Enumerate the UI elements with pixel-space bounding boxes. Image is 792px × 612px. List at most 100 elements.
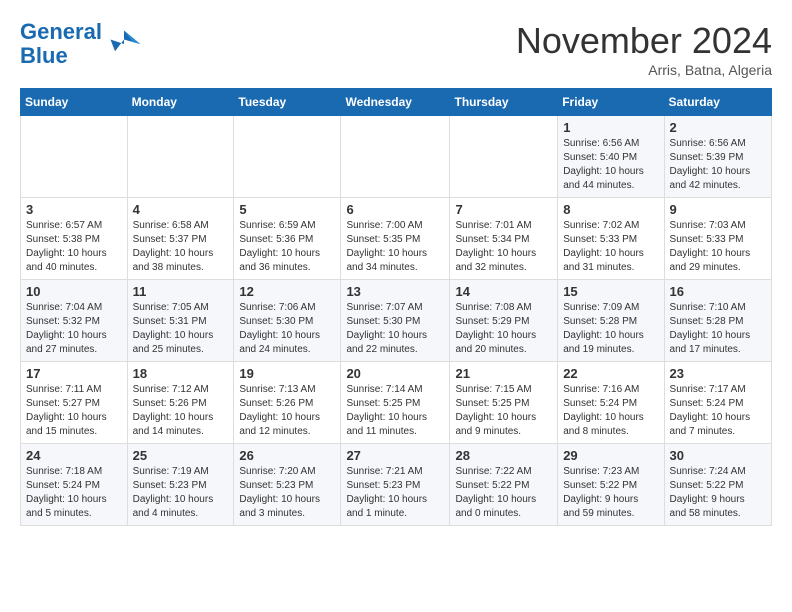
month-title: November 2024 [516,20,772,62]
day-info: Sunrise: 7:06 AM Sunset: 5:30 PM Dayligh… [239,301,335,357]
calendar-day-cell: 26 Sunrise: 7:20 AM Sunset: 5:23 PM Dayli… [234,444,341,526]
calendar-day-cell [450,116,558,198]
calendar-day-cell: 18 Sunrise: 7:12 AM Sunset: 5:26 PM Dayli… [127,362,234,444]
day-info: Sunrise: 7:19 AM Sunset: 5:23 PM Dayligh… [133,465,229,521]
day-number: 22 [563,366,658,381]
day-number: 10 [26,284,122,299]
day-number: 21 [455,366,552,381]
day-number: 8 [563,202,658,217]
calendar-day-cell: 7 Sunrise: 7:01 AM Sunset: 5:34 PM Daylig… [450,198,558,280]
calendar-day-cell: 11 Sunrise: 7:05 AM Sunset: 5:31 PM Dayli… [127,280,234,362]
day-number: 17 [26,366,122,381]
calendar-day-cell: 10 Sunrise: 7:04 AM Sunset: 5:32 PM Dayli… [21,280,128,362]
day-number: 14 [455,284,552,299]
day-info: Sunrise: 7:08 AM Sunset: 5:29 PM Dayligh… [455,301,552,357]
day-info: Sunrise: 7:14 AM Sunset: 5:25 PM Dayligh… [346,383,444,439]
day-number: 7 [455,202,552,217]
calendar-day-cell [341,116,450,198]
logo: GeneralBlue [20,20,142,68]
day-number: 23 [670,366,766,381]
col-header-friday: Friday [558,89,664,116]
day-number: 30 [670,448,766,463]
day-info: Sunrise: 7:05 AM Sunset: 5:31 PM Dayligh… [133,301,229,357]
logo-text: GeneralBlue [20,20,102,68]
calendar-day-cell: 29 Sunrise: 7:23 AM Sunset: 5:22 PM Dayli… [558,444,664,526]
day-info: Sunrise: 7:04 AM Sunset: 5:32 PM Dayligh… [26,301,122,357]
calendar-day-cell: 14 Sunrise: 7:08 AM Sunset: 5:29 PM Dayli… [450,280,558,362]
calendar-week-row: 3 Sunrise: 6:57 AM Sunset: 5:38 PM Daylig… [21,198,772,280]
day-info: Sunrise: 7:15 AM Sunset: 5:25 PM Dayligh… [455,383,552,439]
day-info: Sunrise: 6:56 AM Sunset: 5:40 PM Dayligh… [563,137,658,193]
day-info: Sunrise: 6:56 AM Sunset: 5:39 PM Dayligh… [670,137,766,193]
col-header-tuesday: Tuesday [234,89,341,116]
day-info: Sunrise: 7:09 AM Sunset: 5:28 PM Dayligh… [563,301,658,357]
day-info: Sunrise: 7:01 AM Sunset: 5:34 PM Dayligh… [455,219,552,275]
calendar-week-row: 24 Sunrise: 7:18 AM Sunset: 5:24 PM Dayli… [21,444,772,526]
day-number: 1 [563,120,658,135]
calendar-day-cell [21,116,128,198]
col-header-wednesday: Wednesday [341,89,450,116]
day-number: 29 [563,448,658,463]
day-number: 25 [133,448,229,463]
calendar-week-row: 10 Sunrise: 7:04 AM Sunset: 5:32 PM Dayli… [21,280,772,362]
calendar-table: SundayMondayTuesdayWednesdayThursdayFrid… [20,88,772,526]
calendar-day-cell [127,116,234,198]
day-info: Sunrise: 7:16 AM Sunset: 5:24 PM Dayligh… [563,383,658,439]
day-info: Sunrise: 7:11 AM Sunset: 5:27 PM Dayligh… [26,383,122,439]
calendar-day-cell: 21 Sunrise: 7:15 AM Sunset: 5:25 PM Dayli… [450,362,558,444]
calendar-day-cell: 1 Sunrise: 6:56 AM Sunset: 5:40 PM Daylig… [558,116,664,198]
day-info: Sunrise: 7:18 AM Sunset: 5:24 PM Dayligh… [26,465,122,521]
logo-bird-icon [106,26,142,62]
calendar-day-cell: 28Sunrise: 7:22 AM Sunset: 5:22 PM Dayli… [450,444,558,526]
day-info: Sunrise: 7:24 AM Sunset: 5:22 PM Dayligh… [670,465,766,521]
title-block: November 2024 Arris, Batna, Algeria [516,20,772,78]
calendar-day-cell: 20Sunrise: 7:14 AM Sunset: 5:25 PM Dayli… [341,362,450,444]
calendar-header-row: SundayMondayTuesdayWednesdayThursdayFrid… [21,89,772,116]
day-info: Sunrise: 7:02 AM Sunset: 5:33 PM Dayligh… [563,219,658,275]
calendar-day-cell: 12Sunrise: 7:06 AM Sunset: 5:30 PM Dayli… [234,280,341,362]
day-info: Sunrise: 7:03 AM Sunset: 5:33 PM Dayligh… [670,219,766,275]
day-info: Sunrise: 6:59 AM Sunset: 5:36 PM Dayligh… [239,219,335,275]
calendar-week-row: 1 Sunrise: 6:56 AM Sunset: 5:40 PM Daylig… [21,116,772,198]
day-info: Sunrise: 7:07 AM Sunset: 5:30 PM Dayligh… [346,301,444,357]
calendar-day-cell: 8 Sunrise: 7:02 AM Sunset: 5:33 PM Daylig… [558,198,664,280]
calendar-day-cell: 2Sunrise: 6:56 AM Sunset: 5:39 PM Daylig… [664,116,771,198]
calendar-week-row: 17 Sunrise: 7:11 AM Sunset: 5:27 PM Dayli… [21,362,772,444]
day-info: Sunrise: 7:17 AM Sunset: 5:24 PM Dayligh… [670,383,766,439]
calendar-day-cell: 15 Sunrise: 7:09 AM Sunset: 5:28 PM Dayli… [558,280,664,362]
day-number: 26 [239,448,335,463]
calendar-day-cell: 19Sunrise: 7:13 AM Sunset: 5:26 PM Dayli… [234,362,341,444]
calendar-day-cell: 17 Sunrise: 7:11 AM Sunset: 5:27 PM Dayli… [21,362,128,444]
calendar-day-cell: 22 Sunrise: 7:16 AM Sunset: 5:24 PM Dayli… [558,362,664,444]
day-number: 11 [133,284,229,299]
calendar-day-cell: 24 Sunrise: 7:18 AM Sunset: 5:24 PM Dayli… [21,444,128,526]
calendar-day-cell: 3 Sunrise: 6:57 AM Sunset: 5:38 PM Daylig… [21,198,128,280]
col-header-sunday: Sunday [21,89,128,116]
day-info: Sunrise: 7:12 AM Sunset: 5:26 PM Dayligh… [133,383,229,439]
col-header-monday: Monday [127,89,234,116]
day-number: 24 [26,448,122,463]
day-info: Sunrise: 7:23 AM Sunset: 5:22 PM Dayligh… [563,465,658,521]
day-number: 13 [346,284,444,299]
day-info: Sunrise: 7:21 AM Sunset: 5:23 PM Dayligh… [346,465,444,521]
day-number: 18 [133,366,229,381]
day-number: 15 [563,284,658,299]
calendar-day-cell: 16Sunrise: 7:10 AM Sunset: 5:28 PM Dayli… [664,280,771,362]
page-header: GeneralBlue November 2024 Arris, Batna, … [20,20,772,78]
day-info: Sunrise: 6:58 AM Sunset: 5:37 PM Dayligh… [133,219,229,275]
day-info: Sunrise: 6:57 AM Sunset: 5:38 PM Dayligh… [26,219,122,275]
day-number: 27 [346,448,444,463]
calendar-day-cell: 6Sunrise: 7:00 AM Sunset: 5:35 PM Daylig… [341,198,450,280]
day-number: 16 [670,284,766,299]
calendar-day-cell: 9Sunrise: 7:03 AM Sunset: 5:33 PM Daylig… [664,198,771,280]
day-number: 4 [133,202,229,217]
calendar-day-cell: 25 Sunrise: 7:19 AM Sunset: 5:23 PM Dayli… [127,444,234,526]
day-info: Sunrise: 7:22 AM Sunset: 5:22 PM Dayligh… [455,465,552,521]
day-number: 5 [239,202,335,217]
day-number: 3 [26,202,122,217]
calendar-day-cell: 4 Sunrise: 6:58 AM Sunset: 5:37 PM Daylig… [127,198,234,280]
day-info: Sunrise: 7:20 AM Sunset: 5:23 PM Dayligh… [239,465,335,521]
calendar-day-cell: 13 Sunrise: 7:07 AM Sunset: 5:30 PM Dayli… [341,280,450,362]
day-info: Sunrise: 7:13 AM Sunset: 5:26 PM Dayligh… [239,383,335,439]
calendar-day-cell: 23 Sunrise: 7:17 AM Sunset: 5:24 PM Dayli… [664,362,771,444]
